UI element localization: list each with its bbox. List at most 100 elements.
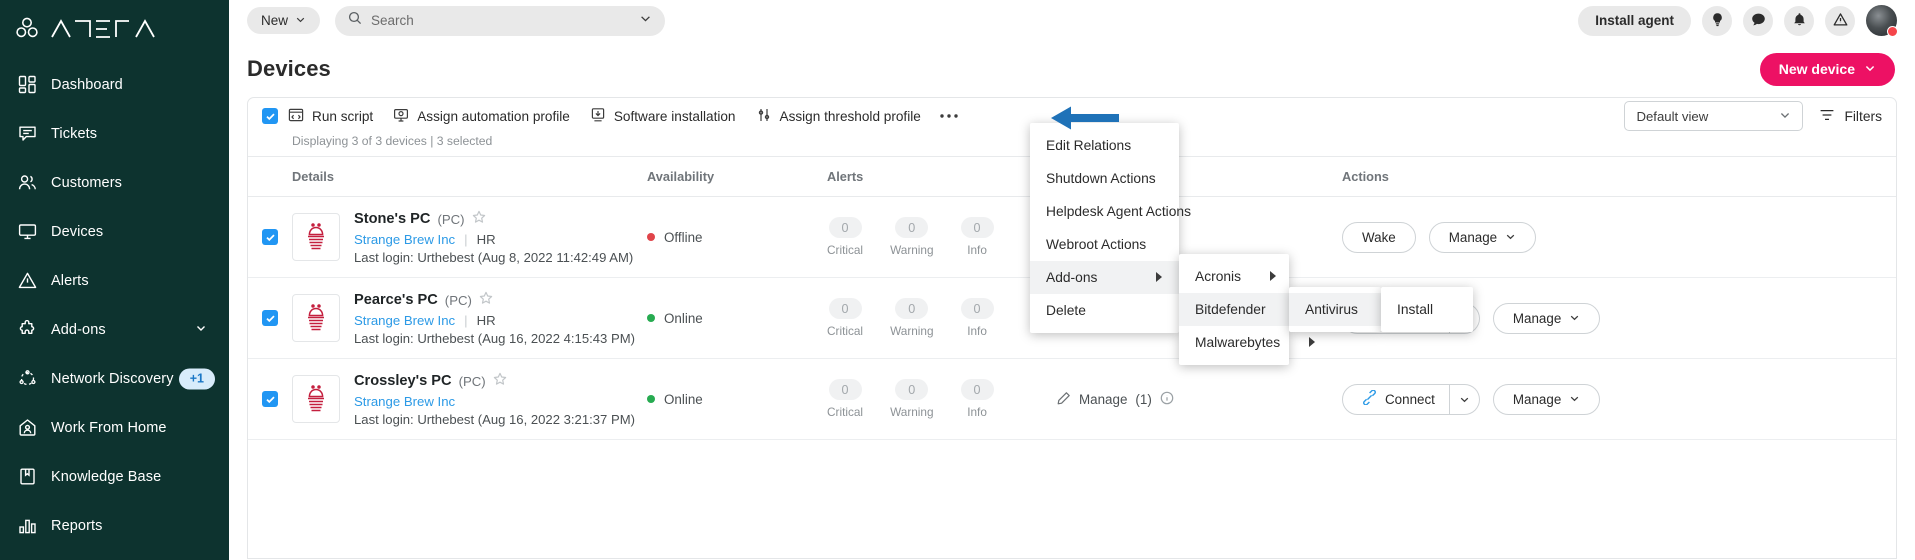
new-device-label: New device (1778, 61, 1855, 77)
alert-critical[interactable]: 0 Critical (827, 379, 863, 419)
menu-item-antivirus[interactable]: Antivirus (1289, 293, 1393, 326)
sidebar-item-label: Tickets (51, 125, 98, 142)
sidebar-item-alerts[interactable]: Alerts (0, 256, 229, 305)
manage-patches-link[interactable]: Manage (1) (1057, 391, 1342, 408)
menu-item-add-ons[interactable]: Add-ons (1030, 261, 1179, 294)
brand-logo-area[interactable] (0, 0, 229, 44)
view-select[interactable]: Default view (1624, 101, 1804, 131)
sidebar-item-label: Add-ons (51, 321, 106, 338)
alert-warning[interactable]: 0 Warning (890, 217, 934, 257)
device-organization[interactable]: Strange Brew Inc (354, 232, 455, 247)
separator: | (464, 312, 468, 328)
favorite-star-icon[interactable] (493, 372, 507, 391)
menu-item-helpdesk-agent-actions[interactable]: Helpdesk Agent Actions (1030, 195, 1191, 228)
menu-item-bitdefender[interactable]: Bitdefender (1179, 293, 1301, 326)
row-select-cell (248, 277, 292, 359)
sidebar-item-devices[interactable]: Devices (0, 207, 229, 256)
device-organization[interactable]: Strange Brew Inc (354, 313, 455, 328)
menu-item-webroot-actions[interactable]: Webroot Actions (1030, 228, 1179, 261)
user-avatar-button[interactable] (1866, 5, 1898, 37)
favorite-star-icon[interactable] (472, 210, 486, 229)
manage-button[interactable]: Manage (1492, 302, 1601, 334)
device-last-login: Last login: Urthebest (Aug 16, 2022 3:21… (354, 411, 635, 427)
sidebar-item-network-discovery[interactable]: Network Discovery +1 (0, 354, 229, 403)
alert-info[interactable]: 0 Info (960, 217, 994, 257)
sidebar-item-customers[interactable]: Customers (0, 158, 229, 207)
sidebar-item-label: Work From Home (51, 419, 167, 436)
addons-icon (16, 319, 38, 341)
menu-item-malwarebytes[interactable]: Malwarebytes (1179, 326, 1316, 359)
patch-count: (1) (1135, 391, 1152, 407)
chevron-down-icon (295, 13, 306, 28)
row-details-cell: Crossley's PC (PC) Strange Brew Inc Last… (292, 358, 647, 440)
warning-icon-button[interactable] (1825, 5, 1855, 36)
chevron-down-icon (1569, 311, 1580, 326)
row-availability-cell: Online (647, 277, 827, 359)
app-root: Dashboard Tickets Customers Devices Aler… (0, 0, 1915, 560)
row-patches-cell: Manage (1) (1057, 358, 1342, 440)
sidebar-item-work-from-home[interactable]: Work From Home (0, 403, 229, 452)
row-checkbox[interactable] (262, 229, 278, 245)
install-agent-button[interactable]: Install agent (1578, 5, 1691, 36)
alert-label: Warning (890, 405, 934, 419)
bell-icon-button[interactable] (1784, 5, 1814, 36)
menu-item-acronis[interactable]: Acronis (1179, 260, 1289, 293)
device-name[interactable]: Pearce's PC (354, 292, 438, 308)
sidebar-item-reports[interactable]: Reports (0, 501, 229, 550)
info-icon[interactable] (1160, 391, 1174, 408)
antivirus-submenu: Install (1381, 287, 1473, 332)
sidebar-item-tickets[interactable]: Tickets (0, 109, 229, 158)
menu-item-shutdown-actions[interactable]: Shutdown Actions (1030, 162, 1179, 195)
sidebar-item-dashboard[interactable]: Dashboard (0, 60, 229, 109)
script-icon (288, 107, 304, 126)
sidebar-item-knowledge-base[interactable]: Knowledge Base (0, 452, 229, 501)
connect-dropdown-toggle[interactable] (1449, 383, 1480, 415)
chat-icon-button[interactable] (1743, 5, 1773, 36)
wake-button[interactable]: Wake (1342, 221, 1416, 253)
availability-status: Online (647, 311, 827, 326)
alert-info[interactable]: 0 Info (960, 298, 994, 338)
alert-info[interactable]: 0 Info (960, 379, 994, 419)
more-actions-button[interactable] (931, 113, 967, 119)
alert-critical[interactable]: 0 Critical (827, 217, 863, 257)
new-button[interactable]: New (247, 7, 321, 34)
manage-button[interactable]: Manage (1428, 221, 1537, 253)
menu-item-delete[interactable]: Delete (1030, 294, 1179, 327)
run-script-button[interactable]: Run script (278, 101, 383, 131)
chevron-down-icon[interactable] (639, 12, 652, 30)
connect-button[interactable]: Connect (1342, 383, 1450, 415)
chevron-right-icon (1127, 270, 1163, 285)
device-name[interactable]: Crossley's PC (354, 373, 452, 389)
search-input[interactable] (371, 13, 631, 28)
page-title: Devices (247, 56, 331, 81)
manage-button[interactable]: Manage (1492, 383, 1601, 415)
new-device-button[interactable]: New device (1759, 52, 1895, 86)
alert-label: Info (967, 324, 987, 338)
alert-count: 0 (895, 298, 929, 319)
sidebar-item-label: Knowledge Base (51, 468, 162, 485)
alert-warning[interactable]: 0 Warning (890, 298, 934, 338)
device-thumbnail (292, 294, 340, 342)
select-all-checkbox[interactable] (262, 108, 278, 124)
bitdefender-submenu: Antivirus (1289, 287, 1393, 332)
menu-item-edit-relations[interactable]: Edit Relations (1030, 129, 1179, 162)
device-organization[interactable]: Strange Brew Inc (354, 394, 455, 409)
assign-automation-profile-button[interactable]: Assign automation profile (383, 101, 580, 131)
filters-button[interactable]: Filters (1819, 107, 1882, 126)
global-search[interactable] (335, 5, 666, 36)
alert-critical[interactable]: 0 Critical (827, 298, 863, 338)
row-checkbox[interactable] (262, 310, 278, 326)
assign-threshold-profile-button[interactable]: Assign threshold profile (746, 101, 931, 131)
menu-item-install[interactable]: Install (1381, 293, 1473, 326)
device-name[interactable]: Stone's PC (354, 211, 430, 227)
connect-icon (1362, 389, 1377, 408)
th-availability: Availability (647, 156, 827, 197)
row-details-cell: Stone's PC (PC) Strange Brew Inc | HR La… (292, 196, 647, 278)
favorite-star-icon[interactable] (479, 291, 493, 310)
alert-warning[interactable]: 0 Warning (890, 379, 934, 419)
row-checkbox[interactable] (262, 391, 278, 407)
chat-icon (1751, 12, 1766, 30)
lightbulb-icon-button[interactable] (1702, 5, 1732, 36)
sidebar-item-add-ons[interactable]: Add-ons (0, 305, 229, 354)
software-installation-button[interactable]: Software installation (580, 101, 746, 131)
